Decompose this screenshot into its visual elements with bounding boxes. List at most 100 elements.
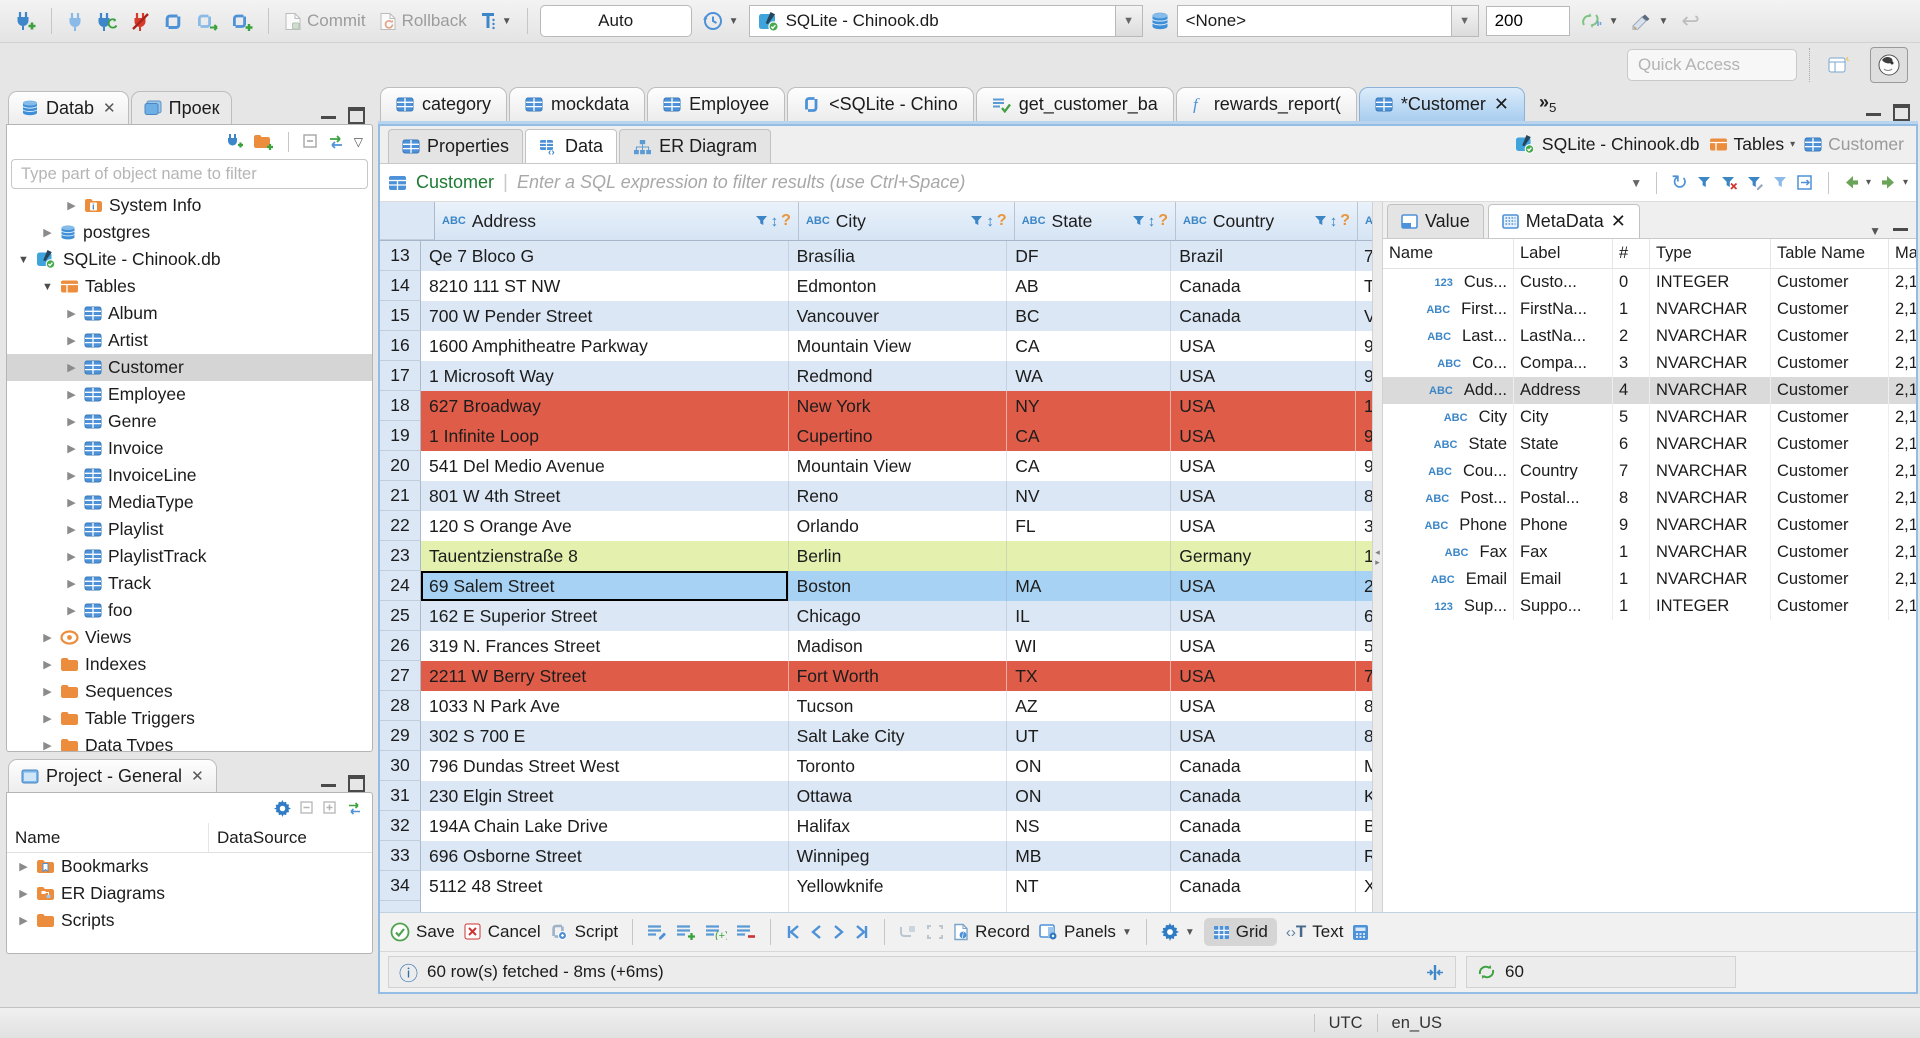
filter-expression-input[interactable]: Enter a SQL expression to filter results… xyxy=(517,172,1621,193)
meta-cell[interactable]: Customer xyxy=(1771,485,1889,512)
cell[interactable]: Fort Worth xyxy=(788,661,1008,691)
expand-arrow-icon[interactable]: ▶ xyxy=(65,604,78,617)
table-row-14[interactable]: 148210 111 ST NWEdmontonABCanadaT6 xyxy=(380,271,1372,301)
sort-icon[interactable]: ↕ xyxy=(1330,213,1338,230)
cell[interactable]: T6 xyxy=(1356,271,1372,301)
cell[interactable]: NT xyxy=(1007,871,1172,901)
filter-funnel-icon[interactable] xyxy=(755,215,768,227)
table-row-24[interactable]: 2469 Salem StreetBostonMAUSA21 xyxy=(380,571,1372,601)
meta-name-cell[interactable]: ABC Phone xyxy=(1383,512,1514,539)
tab-overflow-button[interactable]: »5 xyxy=(1539,92,1556,121)
expand-arrow-icon[interactable]: ▶ xyxy=(41,658,54,671)
meta-name-cell[interactable]: ABC First... xyxy=(1383,296,1514,323)
meta-row-country[interactable]: ABC Cou... Country7NVARCHARCustomer2,147,4… xyxy=(1383,458,1916,485)
connect-button[interactable] xyxy=(64,10,86,33)
collapse-all-icon[interactable] xyxy=(300,801,314,815)
meta-cell[interactable]: 2,147,483 xyxy=(1889,431,1916,458)
editor-tab-category[interactable]: category xyxy=(380,87,508,121)
meta-name-cell[interactable]: ABC Post... xyxy=(1383,485,1514,512)
cell[interactable] xyxy=(1007,541,1172,571)
cell[interactable] xyxy=(788,901,1008,912)
meta-cell[interactable]: Fax xyxy=(1514,539,1613,566)
cell[interactable]: DF xyxy=(1007,241,1172,271)
transaction-log-button[interactable]: ▼ xyxy=(699,8,742,34)
meta-cell[interactable]: 1 xyxy=(1613,296,1650,323)
cell[interactable]: 76 xyxy=(1356,661,1372,691)
expand-arrow-icon[interactable]: ▶ xyxy=(41,712,54,725)
cell[interactable]: 2211 W Berry Street xyxy=(421,661,789,691)
cell[interactable]: Madison xyxy=(788,631,1008,661)
subtab-data[interactable]: ‹› Data xyxy=(525,129,618,163)
cell[interactable]: FL xyxy=(1007,511,1172,541)
cell[interactable]: 1600 Amphitheatre Parkway xyxy=(421,331,789,361)
expand-arrow-icon[interactable]: ▶ xyxy=(65,415,78,428)
maximize-icon[interactable] xyxy=(348,107,365,124)
cell[interactable]: Toronto xyxy=(788,751,1008,781)
cell[interactable]: Tauentzienstraße 8 xyxy=(421,541,789,571)
meta-row-city[interactable]: ABCCityCity5NVARCHARCustomer2,147,483 xyxy=(1383,404,1916,431)
cell[interactable]: NY xyxy=(1007,391,1172,421)
reconnect-button[interactable] xyxy=(93,10,121,33)
commit-button[interactable]: Commit xyxy=(281,9,369,33)
perspective-editor-button[interactable] xyxy=(1822,48,1858,82)
last-row-icon[interactable] xyxy=(854,924,870,940)
filter-history-caret-icon[interactable]: ▼ xyxy=(1630,176,1642,190)
column-header-clipped[interactable]: ABC xyxy=(1358,202,1372,240)
meta-cell[interactable]: Customer xyxy=(1771,512,1889,539)
cell[interactable]: Edmonton xyxy=(788,271,1008,301)
cell[interactable]: 801 W 4th Street xyxy=(421,481,789,511)
project-item-bookmarks[interactable]: ▶ Bookmarks xyxy=(7,853,372,880)
disconnect-button[interactable] xyxy=(128,10,153,33)
table-row-18[interactable]: 18627 BroadwayNew YorkNYUSA10 xyxy=(380,391,1372,421)
editor-tab-rewards-report[interactable]: f rewards_report( xyxy=(1175,87,1357,121)
table-row-19[interactable]: 191 Infinite LoopCupertinoCAUSA95 xyxy=(380,421,1372,451)
cell[interactable]: TX xyxy=(1007,661,1172,691)
expand-arrow-icon[interactable]: ▶ xyxy=(17,860,30,873)
table-row-34[interactable]: 345112 48 StreetYellowknifeNTCanadaX1 xyxy=(380,871,1372,901)
cell[interactable]: 95 xyxy=(1356,421,1372,451)
column-header-datasource[interactable]: DataSource xyxy=(209,823,372,852)
cell[interactable]: 796 Dundas Street West xyxy=(421,751,789,781)
tree-item-postgres[interactable]: ▶ postgres xyxy=(7,219,372,246)
cell[interactable]: UT xyxy=(1007,721,1172,751)
meta-cell[interactable]: 2,147,483 xyxy=(1889,512,1916,539)
table-row-26[interactable]: 26319 N. Frances StreetMadisonWIUSA53 xyxy=(380,631,1372,661)
table-row-15[interactable]: 15700 W Pender StreetVancouverBCCanadaV6 xyxy=(380,301,1372,331)
cell[interactable]: USA xyxy=(1171,661,1356,691)
column-header-address[interactable]: ABC Address ↕? xyxy=(435,202,799,240)
tree-item-track[interactable]: ▶ Track xyxy=(7,570,372,597)
cell[interactable]: Canada xyxy=(1171,811,1356,841)
tree-item-system-info[interactable]: ▶ i System Info xyxy=(7,192,372,219)
cell[interactable]: Canada xyxy=(1171,301,1356,331)
close-icon[interactable]: ✕ xyxy=(103,99,116,117)
table-row-30[interactable]: 30 796 Dundas Street West Toronto ON Canada M… xyxy=(380,751,1372,781)
cell[interactable]: 627 Broadway xyxy=(421,391,789,421)
meta-cell[interactable]: Custo... xyxy=(1514,269,1613,296)
cell[interactable]: NV xyxy=(1007,481,1172,511)
quick-access-input[interactable] xyxy=(1627,49,1797,81)
new-sql-editor-button[interactable] xyxy=(228,10,256,33)
cell[interactable]: USA xyxy=(1171,511,1356,541)
meta-cell[interactable]: 2,147,483 xyxy=(1889,323,1916,350)
tree-item-tables[interactable]: ▼ Tables xyxy=(7,273,372,300)
meta-cell[interactable]: State xyxy=(1514,431,1613,458)
tree-item-views[interactable]: ▶ Views xyxy=(7,624,372,651)
cell[interactable]: 120 S Orange Ave xyxy=(421,511,789,541)
expand-arrow-icon[interactable]: ▶ xyxy=(65,361,78,374)
cell[interactable]: 230 Elgin Street xyxy=(421,781,789,811)
add-row-icon[interactable] xyxy=(676,924,696,940)
meta-cell[interactable]: Customer xyxy=(1771,404,1889,431)
commit-mode-auto-button[interactable]: Auto xyxy=(539,5,692,37)
expand-all-icon[interactable] xyxy=(323,801,337,815)
cell[interactable]: 10 xyxy=(1356,391,1372,421)
cell[interactable]: K2 xyxy=(1356,781,1372,811)
meta-cell[interactable]: 3 xyxy=(1613,350,1650,377)
text-view-button[interactable]: ‹› T Text xyxy=(1286,922,1344,942)
record-button[interactable]: i Record xyxy=(953,922,1030,942)
cell[interactable]: Qe 7 Bloco G xyxy=(421,241,789,271)
fit-width-icon[interactable] xyxy=(1425,964,1445,981)
cell[interactable]: Vancouver xyxy=(788,301,1008,331)
project-item-er-diagrams[interactable]: ▶ ER Diagrams xyxy=(7,880,372,907)
cell[interactable]: Canada xyxy=(1171,271,1356,301)
calc-panel-icon[interactable] xyxy=(1352,924,1369,941)
